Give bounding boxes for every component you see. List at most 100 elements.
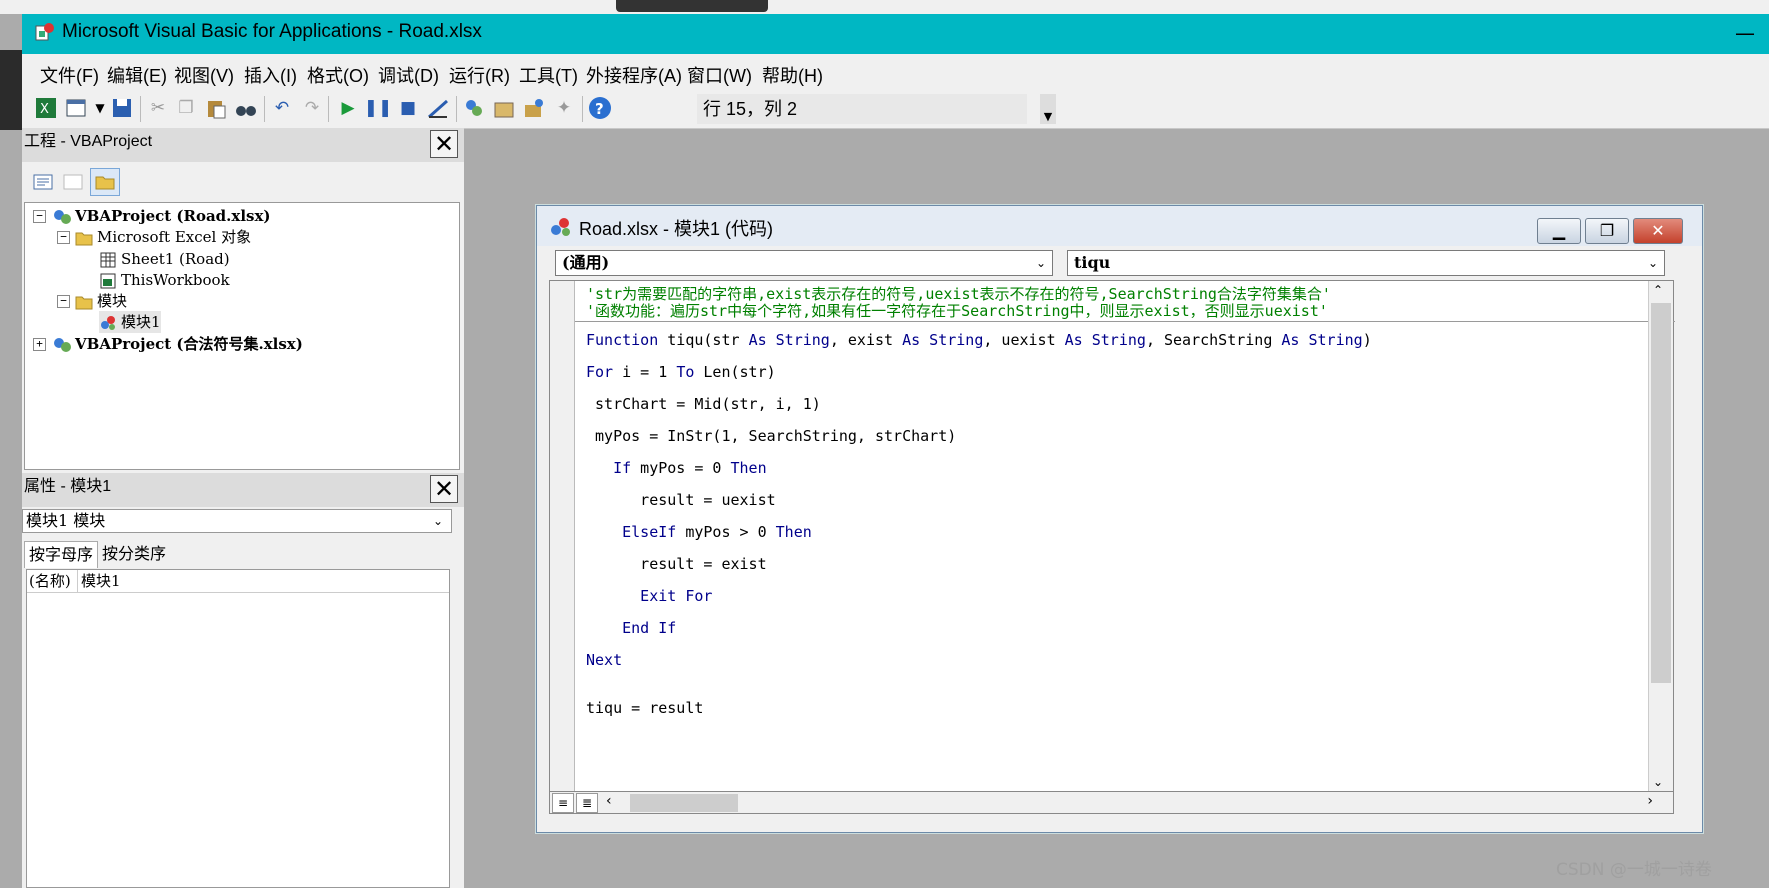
menu-format[interactable]: 格式(O) (307, 62, 369, 88)
tree-item-thisworkbook[interactable]: ThisWorkbook (99, 269, 230, 291)
tree-item-modules[interactable]: 模块 (75, 290, 127, 312)
design-mode-icon[interactable] (426, 96, 450, 120)
object-combo-value: (通用) (562, 253, 610, 272)
procedure-combo-value: tiqu (1074, 253, 1111, 272)
code-editor[interactable]: 'str为需要匹配的字符串,exist表示存在的符号,uexist表示不存在的符… (549, 280, 1675, 792)
menu-bar: 文件(F) 编辑(E) 视图(V) 插入(I) 格式(O) 调试(D) 运行(R… (22, 54, 1769, 90)
code-line: Exit For (586, 587, 713, 605)
scroll-right-icon[interactable]: › (1647, 793, 1653, 809)
toolbox-icon[interactable]: ✦ (552, 96, 576, 120)
stop-icon[interactable]: ■ (396, 96, 420, 120)
svg-text:X: X (40, 102, 49, 117)
properties-window-icon[interactable] (492, 96, 516, 120)
project-tree: − VBAProject (Road.xlsx) − Microsoft Exc… (24, 202, 460, 470)
help-icon[interactable]: ? (588, 96, 612, 120)
tree-item-vbaproject-symbols[interactable]: VBAProject (合法符号集.xlsx) (53, 333, 303, 355)
save-icon[interactable] (110, 96, 134, 120)
property-row[interactable]: (名称) 模块1 (27, 570, 449, 593)
paste-icon[interactable] (204, 96, 228, 120)
code-line: strChart = Mid(str, i, 1) (586, 395, 821, 413)
procedure-view-icon[interactable]: ≡ (552, 793, 574, 813)
menu-insert[interactable]: 插入(I) (244, 62, 297, 88)
project-close-button[interactable]: ✕ (430, 130, 458, 158)
insert-userform-icon[interactable] (64, 96, 88, 120)
procedure-combo[interactable]: tiqu ⌄ (1067, 250, 1665, 276)
tree-label: 模块1 (121, 313, 161, 331)
code-window: Road.xlsx - 模块1 (代码) ▁ ❐ ✕ (通用) ⌄ tiqu ⌄ '… (536, 205, 1703, 833)
undo-icon[interactable]: ↶ (270, 96, 294, 120)
horizontal-scroll-thumb[interactable] (630, 794, 738, 812)
worksheet-icon (99, 252, 117, 268)
cut-icon[interactable]: ✂ (146, 96, 170, 120)
excel-view-icon[interactable]: X (34, 96, 58, 120)
menu-tools[interactable]: 工具(T) (519, 62, 578, 88)
menu-debug[interactable]: 调试(D) (378, 62, 439, 88)
background-window-edge (0, 50, 22, 130)
tree-label: 模块 (97, 292, 128, 310)
vertical-scrollbar[interactable]: ⌃ ⌄ (1648, 281, 1673, 791)
full-module-view-icon[interactable]: ≣ (576, 793, 598, 813)
vbaproject-icon (53, 337, 71, 353)
redo-icon[interactable]: ↷ (300, 96, 324, 120)
vbaproject-icon (53, 209, 71, 225)
copy-icon[interactable]: ❐ (174, 96, 198, 120)
pause-icon[interactable]: ❚❚ (364, 96, 393, 120)
tree-item-module1[interactable]: 模块1 (99, 311, 161, 333)
code-line: tiqu = result (586, 699, 704, 717)
collapse-icon[interactable]: − (33, 210, 46, 223)
code-close-button[interactable]: ✕ (1633, 218, 1683, 244)
code-gutter (550, 281, 575, 791)
vertical-scroll-thumb[interactable] (1651, 303, 1671, 683)
find-icon[interactable] (234, 96, 258, 120)
run-icon[interactable]: ▶ (336, 96, 360, 120)
view-code-icon[interactable] (28, 168, 58, 196)
tree-label: Sheet1 (Road) (121, 250, 230, 268)
object-browser-icon[interactable] (522, 96, 546, 120)
object-selector[interactable]: 模块1 模块 ⌄ (22, 509, 452, 533)
property-value: 模块1 (81, 572, 121, 590)
tab-alphabetic[interactable]: 按字母序 (24, 541, 99, 568)
scroll-left-icon[interactable]: ‹ (606, 793, 612, 809)
project-panel-title: 工程 - VBAProject (22, 128, 464, 162)
toolbar-overflow-icon[interactable]: ▼ (1040, 94, 1056, 124)
chevron-down-icon: ⌄ (1647, 256, 1658, 270)
menu-window[interactable]: 窗口(W) (687, 62, 752, 88)
code-line: Function tiqu(str As String, exist As St… (586, 331, 1372, 349)
toggle-folders-icon[interactable] (90, 168, 120, 196)
menu-run[interactable]: 运行(R) (449, 62, 510, 88)
tree-item-excel-objects[interactable]: Microsoft Excel 对象 (75, 226, 251, 248)
menu-view[interactable]: 视图(V) (174, 62, 234, 88)
project-explorer-panel: 工程 - VBAProject ✕ − VBAProject (Road.xls… (22, 128, 464, 473)
tree-item-vbaproject-road[interactable]: VBAProject (Road.xlsx) (53, 205, 271, 227)
code-line: If myPos = 0 Then (586, 459, 767, 477)
procedure-separator (575, 321, 1675, 322)
vba-app-icon (34, 21, 56, 43)
svg-text:?: ? (595, 100, 604, 118)
view-object-icon[interactable] (58, 168, 88, 196)
tree-label: ThisWorkbook (121, 271, 230, 289)
expand-icon[interactable]: + (33, 338, 46, 351)
code-minimize-button[interactable]: ▁ (1537, 218, 1581, 244)
menu-edit[interactable]: 编辑(E) (107, 62, 167, 88)
menu-help[interactable]: 帮助(H) (762, 62, 823, 88)
menu-addins[interactable]: 外接程序(A) (586, 62, 682, 88)
scroll-down-icon[interactable]: ⌄ (1653, 775, 1663, 789)
code-line: result = exist (586, 555, 767, 573)
tab-categorized[interactable]: 按分类序 (98, 541, 170, 567)
object-selector-value: 模块1 模块 (26, 511, 106, 530)
collapse-icon[interactable]: − (57, 295, 70, 308)
menu-file[interactable]: 文件(F) (40, 62, 99, 88)
collapse-icon[interactable]: − (57, 231, 70, 244)
horizontal-scrollbar[interactable]: ≡ ≣ ‹ › (549, 792, 1674, 814)
minimize-button[interactable]: — (1730, 18, 1760, 48)
code-restore-button[interactable]: ❐ (1585, 218, 1629, 244)
project-explorer-icon[interactable] (462, 96, 486, 120)
tree-item-sheet1[interactable]: Sheet1 (Road) (99, 248, 230, 270)
object-combo[interactable]: (通用) ⌄ (555, 250, 1053, 276)
properties-close-button[interactable]: ✕ (430, 475, 458, 503)
chevron-down-icon[interactable]: ▼ (88, 96, 112, 120)
properties-panel-title: 属性 - 模块1 (22, 473, 464, 507)
standard-toolbar: X ▼ ✂ ❐ ↶ ↷ ▶ ❚❚ ■ ✦ ? 行 15，列 2 ▼ (22, 90, 1769, 129)
scroll-up-icon[interactable]: ⌃ (1653, 283, 1663, 297)
desktop-strip (0, 0, 1769, 14)
